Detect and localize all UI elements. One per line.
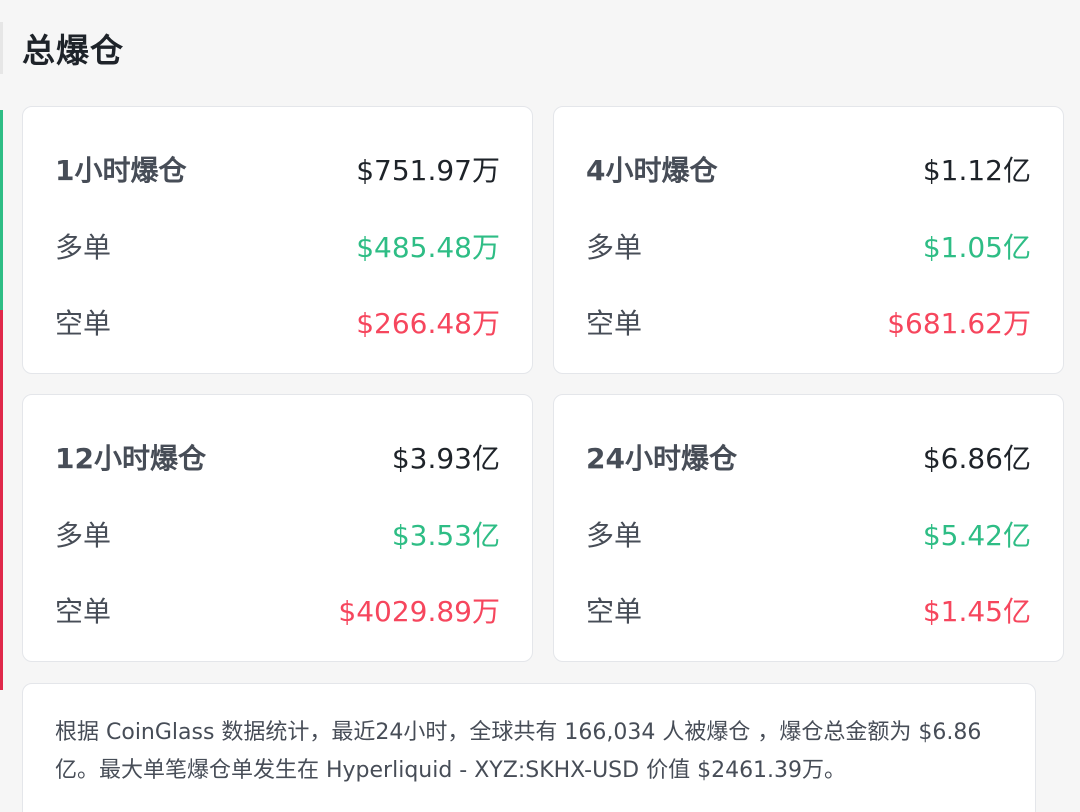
long-value: $1.05亿 [922, 231, 1031, 264]
side-color-strip [0, 110, 3, 690]
short-value: $1.45亿 [922, 595, 1031, 628]
long-label: 多单 [586, 231, 643, 264]
card-total-row: 12小时爆仓 $3.93亿 [55, 437, 500, 477]
card-total-row: 4小时爆仓 $1.12亿 [586, 149, 1031, 189]
card-long-row: 多单 $1.05亿 [586, 226, 1031, 266]
liquidation-card-24h: 24小时爆仓 $6.86亿 多单 $5.42亿 空单 $1.45亿 [553, 394, 1064, 662]
card-period-label: 4小时爆仓 [586, 154, 718, 187]
card-total-row: 24小时爆仓 $6.86亿 [586, 437, 1031, 477]
long-label: 多单 [55, 231, 112, 264]
summary-text: 根据 CoinGlass 数据统计，最近24小时，全球共有 166,034 人被… [55, 720, 982, 783]
liquidation-card-1h: 1小时爆仓 $751.97万 多单 $485.48万 空单 $266.48万 [22, 106, 533, 374]
card-period-label: 1小时爆仓 [55, 154, 187, 187]
card-short-row: 空单 $681.62万 [586, 302, 1031, 342]
short-label: 空单 [55, 307, 112, 340]
card-period-label: 12小时爆仓 [55, 442, 206, 475]
card-total-value: $1.12亿 [922, 154, 1031, 187]
short-value: $681.62万 [887, 307, 1031, 340]
card-total-value: $3.93亿 [391, 442, 500, 475]
summary-card: 根据 CoinGlass 数据统计，最近24小时，全球共有 166,034 人被… [22, 683, 1036, 812]
page-title: 总爆仓 [22, 31, 124, 70]
short-value: $266.48万 [356, 307, 500, 340]
short-label: 空单 [586, 595, 643, 628]
liquidation-card-12h: 12小时爆仓 $3.93亿 多单 $3.53亿 空单 $4029.89万 [22, 394, 533, 662]
long-value: $5.42亿 [922, 519, 1031, 552]
card-long-row: 多单 $3.53亿 [55, 514, 500, 554]
card-total-row: 1小时爆仓 $751.97万 [55, 149, 500, 189]
card-total-value: $6.86亿 [922, 442, 1031, 475]
card-long-row: 多单 $485.48万 [55, 226, 500, 266]
liquidation-card-4h: 4小时爆仓 $1.12亿 多单 $1.05亿 空单 $681.62万 [553, 106, 1064, 374]
short-label: 空单 [55, 595, 112, 628]
long-value: $485.48万 [356, 231, 500, 264]
long-label: 多单 [55, 519, 112, 552]
card-period-label: 24小时爆仓 [586, 442, 737, 475]
side-tab-indicator [0, 22, 3, 74]
short-label: 空单 [586, 307, 643, 340]
short-value: $4029.89万 [338, 595, 500, 628]
card-long-row: 多单 $5.42亿 [586, 514, 1031, 554]
card-short-row: 空单 $4029.89万 [55, 590, 500, 630]
card-total-value: $751.97万 [356, 154, 500, 187]
long-value: $3.53亿 [391, 519, 500, 552]
long-label: 多单 [586, 519, 643, 552]
card-short-row: 空单 $266.48万 [55, 302, 500, 342]
card-short-row: 空单 $1.45亿 [586, 590, 1031, 630]
liquidation-page: 总爆仓 1小时爆仓 $751.97万 多单 $485.48万 空单 $266.4… [0, 0, 1080, 812]
